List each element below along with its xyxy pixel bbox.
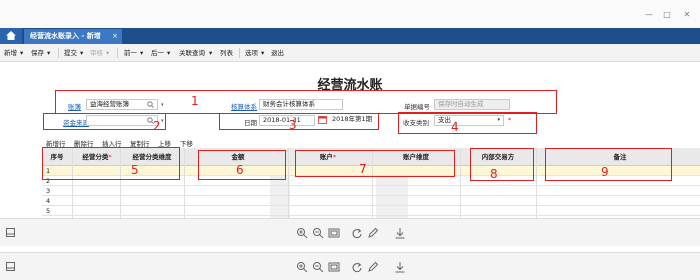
tab-document-label: 经营流水账录入 - 新增 [30, 32, 101, 40]
audit-dropdown-icon[interactable]: ▾ [106, 44, 109, 62]
next-dropdown-icon[interactable]: ▾ [167, 44, 170, 62]
related-dropdown-icon[interactable]: ▾ [209, 44, 212, 62]
download-icon[interactable] [394, 261, 406, 273]
annotation-box-7 [295, 150, 455, 177]
annotation-box-4 [398, 112, 537, 134]
annotation-box-1 [55, 90, 557, 114]
annotation-number-6: 6 [236, 163, 244, 177]
tab-bar: 经营流水账录入 - 新增 × [0, 28, 700, 44]
fit-page-icon[interactable] [328, 261, 340, 273]
options-button[interactable]: 选项 [245, 44, 258, 62]
audit-button[interactable]: 审核 [90, 44, 103, 62]
home-icon [6, 31, 16, 40]
rotate-icon[interactable] [351, 227, 363, 239]
column-divider [460, 148, 461, 218]
maximize-icon[interactable]: □ [662, 10, 672, 20]
viewer-toolbar [0, 252, 700, 280]
minimize-icon[interactable]: — [644, 10, 654, 20]
row-number: 5 [46, 207, 51, 215]
zoom-out-icon[interactable] [312, 227, 324, 239]
table-row[interactable]: 3 [42, 186, 700, 196]
sidebar-toggle-icon[interactable] [6, 262, 15, 271]
annotation-box-3 [219, 113, 379, 130]
download-icon[interactable] [394, 227, 406, 239]
close-window-icon[interactable]: ✕ [682, 10, 692, 20]
related-query-button[interactable]: 关联查询 [179, 44, 205, 62]
new-dropdown-icon[interactable]: ▾ [20, 44, 23, 62]
rotate-icon[interactable] [351, 261, 363, 273]
annotation-box-5 [42, 147, 180, 180]
list-button[interactable]: 列表 [220, 44, 233, 62]
annotation-number-1: 1 [191, 94, 199, 108]
fit-page-icon[interactable] [328, 227, 340, 239]
options-dropdown-icon[interactable]: ▾ [261, 44, 264, 62]
sidebar-toggle-icon[interactable] [6, 228, 15, 237]
annotation-number-5: 5 [131, 163, 139, 177]
exit-button[interactable]: 退出 [271, 44, 284, 62]
toolbar-divider [117, 48, 118, 58]
annotation-box-2 [43, 113, 166, 130]
home-tab[interactable] [0, 28, 22, 44]
submit-dropdown-icon[interactable]: ▾ [80, 44, 83, 62]
edit-icon[interactable] [367, 227, 379, 239]
annotation-number-9: 9 [601, 165, 609, 179]
tab-close-icon[interactable]: × [112, 29, 118, 44]
row-number: 4 [46, 197, 51, 205]
prev-button[interactable]: 前一 [124, 44, 137, 62]
new-button[interactable]: 新增 [4, 44, 17, 62]
save-button[interactable]: 保存 [31, 44, 44, 62]
tab-document[interactable]: 经营流水账录入 - 新增 × [24, 29, 122, 44]
toolbar-divider [58, 48, 59, 58]
zoom-out-icon[interactable] [312, 261, 324, 273]
prev-dropdown-icon[interactable]: ▾ [140, 44, 143, 62]
window-titlebar: — □ ✕ [0, 0, 700, 28]
column-divider [184, 148, 185, 218]
table-row[interactable]: 4 [42, 196, 700, 206]
submit-button[interactable]: 提交 [64, 44, 77, 62]
zoom-in-icon[interactable] [296, 261, 308, 273]
save-dropdown-icon[interactable]: ▾ [47, 44, 50, 62]
annotation-number-7: 7 [359, 162, 367, 176]
main-toolbar: 新增 ▾ 保存 ▾ 提交 ▾ 审核 ▾ 前一 ▾ 后一 ▾ 关联查询 ▾ 列表 … [0, 44, 700, 62]
annotation-box-8 [470, 148, 534, 181]
viewer-toolbar [0, 218, 700, 246]
next-button[interactable]: 后一 [151, 44, 164, 62]
zoom-in-icon[interactable] [296, 227, 308, 239]
annotation-number-3: 3 [289, 118, 297, 132]
toolbar-divider [239, 48, 240, 58]
row-number: 3 [46, 187, 51, 195]
move-down-button[interactable]: 下移 [180, 138, 193, 148]
annotation-number-8: 8 [490, 167, 498, 181]
edit-icon[interactable] [367, 261, 379, 273]
annotation-number-4: 4 [451, 120, 459, 134]
annotation-number-2: 2 [153, 119, 161, 133]
column-divider [288, 148, 289, 218]
column-divider [536, 148, 537, 218]
table-row[interactable]: 5 [42, 206, 700, 216]
